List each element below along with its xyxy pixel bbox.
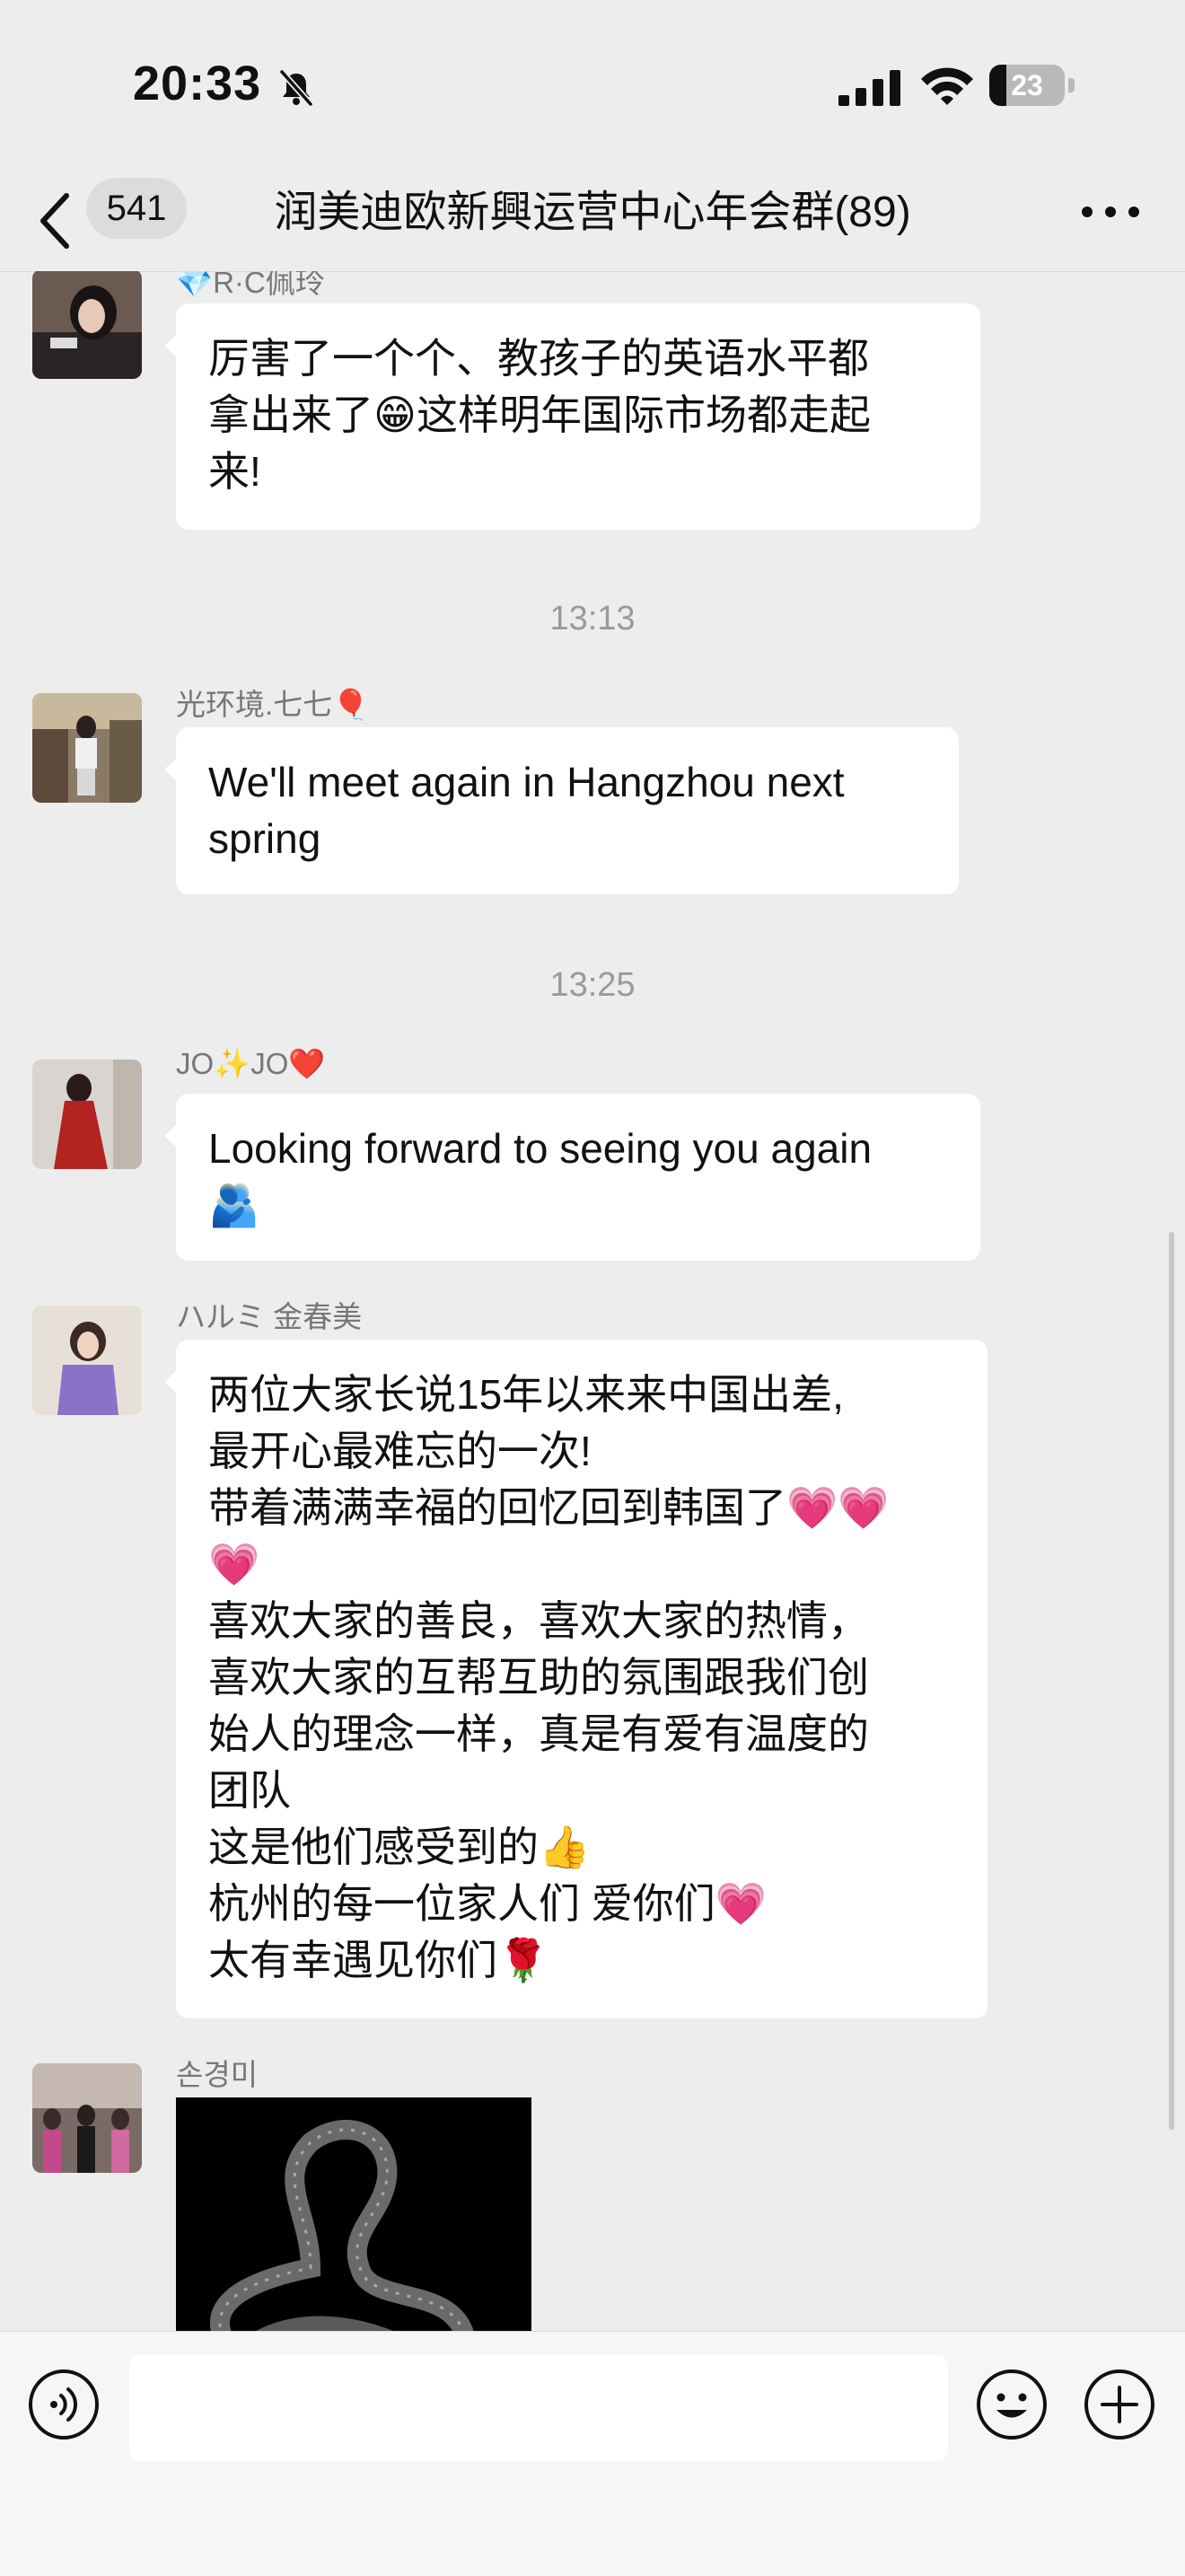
message-line: 始人的理念一样，真是有爱有温度的 bbox=[208, 1710, 869, 1757]
message-bubble[interactable]: We'll meet again in Hangzhou next spring bbox=[164, 727, 959, 894]
avatar[interactable] bbox=[32, 693, 142, 803]
sender-name: 손경미 bbox=[176, 2058, 259, 2091]
voice-icon[interactable] bbox=[27, 2368, 101, 2441]
more-dots-icon[interactable] bbox=[1074, 185, 1147, 239]
input-bar bbox=[0, 2331, 1185, 2576]
message-line: 🫂 bbox=[208, 1182, 260, 1228]
cellular-signal-icon bbox=[838, 70, 900, 106]
message-line: 杭州的每一位家人们 爱你们💗 bbox=[208, 1880, 768, 1927]
emoji-smile-icon[interactable] bbox=[975, 2368, 1049, 2441]
timestamp: 13:13 bbox=[549, 600, 636, 637]
status-time: 20:33 bbox=[133, 57, 262, 110]
message-line: 这是他们感受到的👍 bbox=[208, 1824, 591, 1870]
image-message[interactable] bbox=[176, 2097, 531, 2331]
message-line: 太有幸遇见你们🌹 bbox=[208, 1937, 549, 1983]
sender-name: ハルミ 金春美 bbox=[176, 1300, 363, 1333]
avatar[interactable] bbox=[32, 271, 142, 379]
timestamp: 13:25 bbox=[549, 966, 636, 1004]
status-bar: 20:33 23 bbox=[0, 0, 1185, 171]
battery-indicator: 23 bbox=[989, 65, 1075, 106]
message-line: 厉害了一个个、教孩子的英语水平都 bbox=[208, 335, 869, 382]
avatar[interactable] bbox=[32, 1306, 142, 1415]
message-line: 拿出来了😁这样明年国际市场都走起 bbox=[208, 391, 871, 438]
battery-level: 23 bbox=[1011, 69, 1043, 101]
bell-slash-icon bbox=[279, 69, 313, 107]
message-list[interactable]: 💎R·C佩玲 厉害了一个个、教孩子的英语水平都 拿出来了😁这样明年国际市场都走起… bbox=[0, 271, 1185, 2331]
plus-icon[interactable] bbox=[1083, 2368, 1156, 2441]
message-line: 来! bbox=[208, 448, 261, 495]
chat-title: 润美迪欧新興运营中心年会群(89) bbox=[274, 189, 911, 236]
sender-name: 💎R·C佩玲 bbox=[176, 271, 325, 299]
message-line: We'll meet again in Hangzhou next bbox=[208, 759, 845, 805]
message-line: spring bbox=[208, 815, 321, 862]
unread-count-badge[interactable]: 541 bbox=[86, 178, 187, 239]
message-bubble[interactable]: Looking forward to seeing you again 🫂 bbox=[164, 1094, 980, 1261]
sender-name: JO✨JO❤️ bbox=[176, 1047, 326, 1080]
avatar[interactable] bbox=[32, 1059, 142, 1169]
message-input[interactable] bbox=[129, 2355, 948, 2461]
message-line: 带着满满幸福的回忆回到韩国了💗💗 bbox=[208, 1484, 890, 1531]
message-line: 喜欢大家的互帮互助的氛围跟我们创 bbox=[208, 1654, 869, 1701]
message-line: 团队 bbox=[208, 1767, 291, 1814]
message-line: Looking forward to seeing you again bbox=[208, 1125, 873, 1172]
avatar[interactable] bbox=[32, 2063, 142, 2173]
message-bubble[interactable]: 两位大家长说15年以来来中国出差, 最开心最难忘的一次! 带着满满幸福的回忆回到… bbox=[164, 1340, 988, 2018]
scroll-bar[interactable] bbox=[1169, 1232, 1174, 2130]
chat-header: 541 润美迪欧新興运营中心年会群(89) bbox=[0, 171, 1185, 272]
message-bubble[interactable]: 厉害了一个个、教孩子的英语水平都 拿出来了😁这样明年国际市场都走起 来! bbox=[164, 303, 980, 530]
wifi-icon bbox=[921, 67, 973, 105]
message-line: 两位大家长说15年以来来中国出差, bbox=[208, 1371, 844, 1418]
message-line: 💗 bbox=[208, 1541, 260, 1587]
message-line: 最开心最难忘的一次! bbox=[208, 1428, 592, 1474]
message-line: 喜欢大家的善良，喜欢大家的热情， bbox=[208, 1597, 869, 1644]
sender-name: 光环境.七七🎈 bbox=[176, 688, 370, 721]
chevron-left-icon[interactable] bbox=[32, 187, 77, 255]
